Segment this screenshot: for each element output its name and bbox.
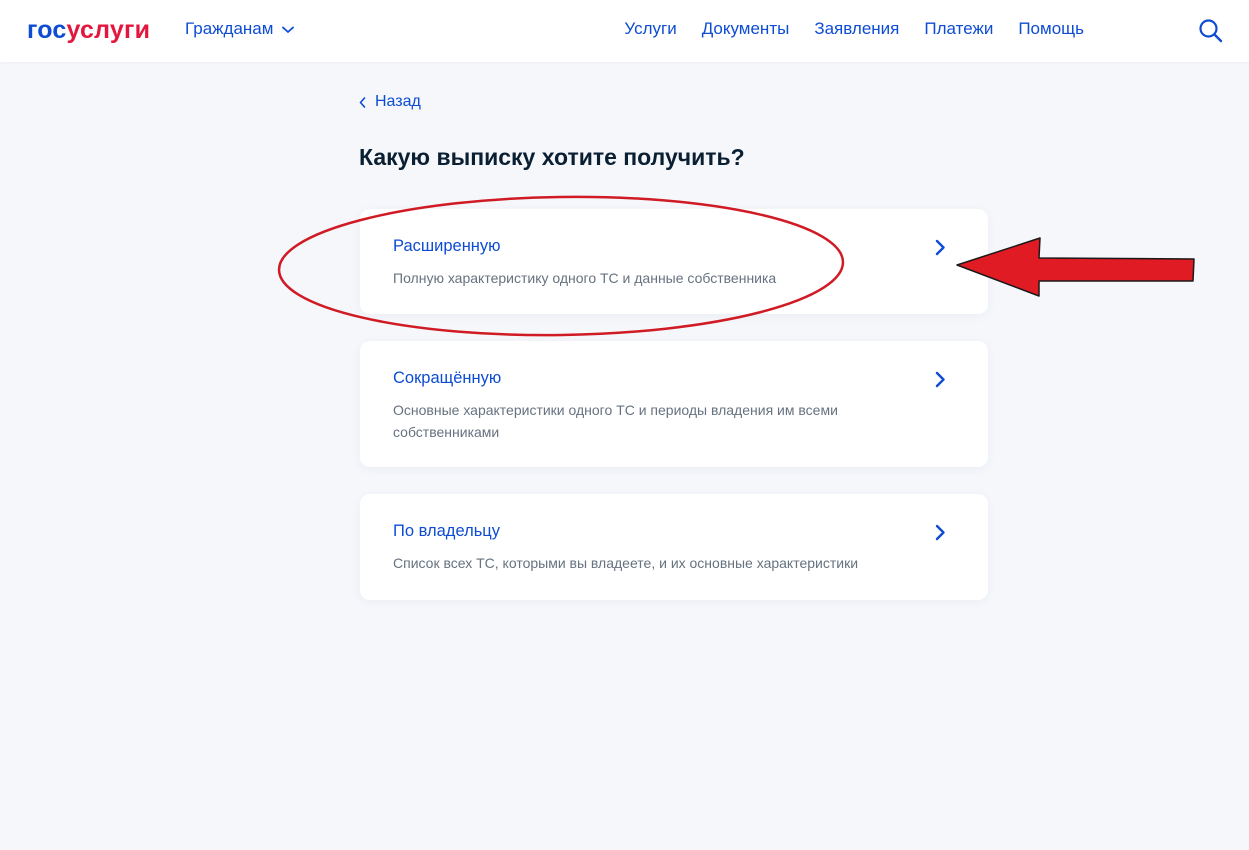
top-header: госуслуги Гражданам Услуги Документы Зая… xyxy=(0,0,1249,62)
chevron-right-icon xyxy=(935,371,945,388)
gosuslugi-logo[interactable]: госуслуги xyxy=(27,16,150,44)
option-title: По владельцу xyxy=(393,522,500,540)
back-label: Назад xyxy=(375,93,421,110)
option-description: Полную характеристику одного ТС и данные… xyxy=(393,270,777,286)
nav-item-applications[interactable]: Заявления xyxy=(814,19,899,39)
page-title: Какую выписку хотите получить? xyxy=(359,144,745,170)
option-title: Сокращённую xyxy=(393,369,502,387)
nav-item-documents[interactable]: Документы xyxy=(702,19,790,39)
nav-item-services[interactable]: Услуги xyxy=(624,19,676,39)
nav-item-payments[interactable]: Платежи xyxy=(924,19,993,39)
search-icon[interactable] xyxy=(1198,18,1223,43)
audience-dropdown[interactable]: Гражданам xyxy=(185,19,295,39)
pointer-arrow xyxy=(956,237,1195,297)
chevron-down-icon xyxy=(282,26,295,33)
option-description: Список всех ТС, которыми вы владеете, и … xyxy=(393,555,859,571)
chevron-left-icon xyxy=(359,96,366,108)
logo-part-uslugi: услуги xyxy=(66,16,151,44)
option-title: Расширенную xyxy=(393,237,501,255)
chevron-right-icon xyxy=(935,524,945,541)
option-card-extended[interactable]: Расширенную Полную характеристику одного… xyxy=(360,209,988,314)
option-description: Основные характеристики одного ТС и пери… xyxy=(393,402,838,440)
audience-label: Гражданам xyxy=(185,19,274,38)
logo-part-gos: гос xyxy=(27,16,67,44)
option-card-short[interactable]: Сокращённую Основные характеристики одно… xyxy=(360,341,988,467)
nav-item-help[interactable]: Помощь xyxy=(1018,19,1084,39)
back-link[interactable]: Назад xyxy=(359,93,421,111)
main-nav: Услуги Документы Заявления Платежи Помощ… xyxy=(624,19,1084,39)
option-card-by-owner[interactable]: По владельцу Список всех ТС, которыми вы… xyxy=(360,494,988,600)
chevron-right-icon xyxy=(935,239,945,256)
